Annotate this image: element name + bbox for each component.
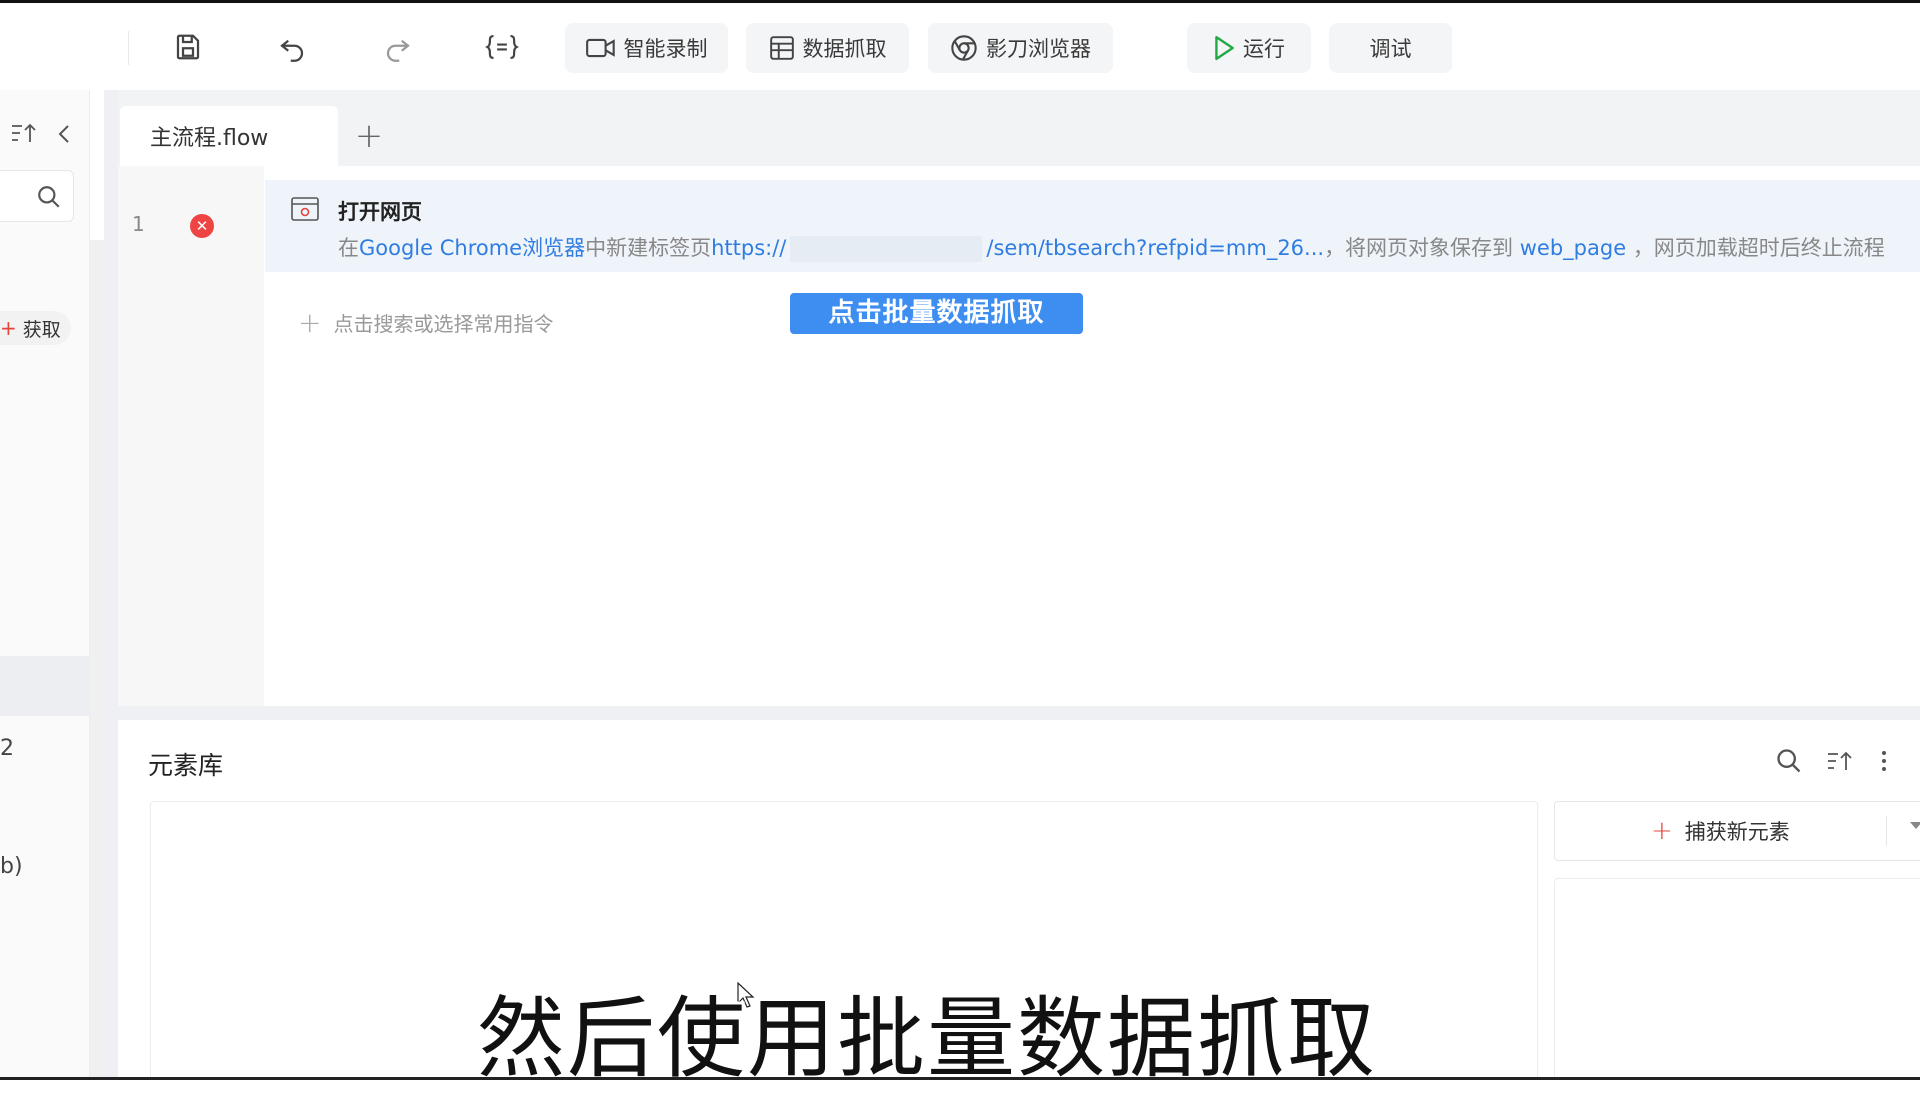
plus-icon: + bbox=[0, 316, 17, 340]
desc-browser: Google Chrome浏览器 bbox=[359, 236, 586, 260]
sort-icon[interactable] bbox=[1826, 746, 1854, 776]
left-highlighted-item[interactable] bbox=[0, 656, 90, 716]
plus-icon: + bbox=[1651, 816, 1673, 846]
left-panel bbox=[0, 90, 90, 1080]
left-fragment-text: 2 bbox=[0, 736, 14, 761]
sort-icon[interactable] bbox=[10, 122, 38, 148]
fetch-label: 获取 bbox=[22, 318, 61, 341]
desc-text: ，将网页对象保存到 bbox=[1324, 236, 1514, 260]
step-title: 打开网页 bbox=[338, 200, 422, 224]
smart-record-label: 智能录制 bbox=[623, 37, 708, 61]
left-fragment-text: b) bbox=[0, 854, 23, 879]
desc-variable: web_page bbox=[1519, 236, 1627, 260]
chevron-down-icon[interactable] bbox=[1910, 822, 1920, 829]
add-tab-button[interactable]: + bbox=[354, 116, 384, 156]
more-options-icon[interactable] bbox=[1880, 746, 1888, 776]
plus-icon: + bbox=[298, 306, 322, 339]
search-icon bbox=[38, 186, 60, 208]
desc-text: ，网页加载超时后终止流程 bbox=[1632, 236, 1885, 260]
smart-record-button[interactable]: 智能录制 bbox=[565, 23, 728, 73]
error-icon[interactable]: ✕ bbox=[190, 214, 214, 238]
collapse-icon[interactable] bbox=[56, 124, 72, 148]
tab-main-flow[interactable]: 主流程.flow bbox=[120, 106, 338, 166]
capture-label: 捕获新元素 bbox=[1684, 820, 1790, 844]
toolbar-separator bbox=[128, 31, 129, 65]
desc-text: 在 bbox=[338, 236, 359, 260]
debug-label: 调试 bbox=[1369, 37, 1412, 61]
element-library-title: 元素库 bbox=[148, 751, 224, 780]
run-button[interactable]: 运行 bbox=[1187, 23, 1311, 73]
save-icon[interactable] bbox=[166, 25, 210, 69]
add-command-prompt[interactable]: + 点击搜索或选择常用指令 bbox=[298, 306, 553, 339]
line-number: 1 bbox=[132, 212, 145, 236]
tab-bar bbox=[118, 90, 1920, 166]
fetch-button[interactable]: + 获取 bbox=[0, 311, 71, 345]
desc-url-start: https:// bbox=[711, 236, 787, 260]
browser-button[interactable]: 影刀浏览器 bbox=[928, 23, 1113, 73]
undo-icon[interactable] bbox=[270, 25, 314, 69]
line-gutter bbox=[118, 166, 264, 706]
run-label: 运行 bbox=[1243, 37, 1285, 61]
panel-splitter[interactable] bbox=[118, 706, 1920, 720]
step-description: 在Google Chrome浏览器中新建标签页https:// /sem/tbse… bbox=[338, 232, 1885, 262]
url-redacted bbox=[790, 236, 983, 262]
browser-label: 影刀浏览器 bbox=[986, 37, 1091, 61]
search-icon[interactable] bbox=[1775, 746, 1803, 776]
desc-text: 中新建标签页 bbox=[585, 236, 712, 260]
capture-element-button[interactable]: + 捕获新元素 bbox=[1554, 801, 1920, 861]
tab-label: 主流程.flow bbox=[150, 126, 269, 151]
data-scrape-label: 数据抓取 bbox=[802, 37, 887, 61]
webpage-icon bbox=[291, 197, 319, 221]
desc-url-end: /sem/tbsearch?refpid=mm_26... bbox=[986, 236, 1325, 260]
left-search-box[interactable] bbox=[0, 170, 74, 222]
batch-scrape-tooltip: 点击批量数据抓取 bbox=[790, 293, 1083, 334]
redo-icon[interactable] bbox=[376, 25, 420, 69]
capture-separator bbox=[1886, 816, 1887, 846]
left-scrollbar[interactable] bbox=[90, 240, 104, 1080]
debug-button[interactable]: 调试 bbox=[1329, 23, 1452, 73]
panel-divider[interactable] bbox=[104, 90, 118, 1080]
data-scrape-button[interactable]: 数据抓取 bbox=[746, 23, 909, 73]
add-command-label: 点击搜索或选择常用指令 bbox=[333, 312, 554, 336]
video-subtitle: 然后使用批量数据抓取 bbox=[476, 987, 1377, 1090]
toolbar: 智能录制 数据抓取 影刀浏览器 运行 调试 bbox=[0, 3, 1920, 90]
variables-icon[interactable] bbox=[480, 25, 524, 69]
